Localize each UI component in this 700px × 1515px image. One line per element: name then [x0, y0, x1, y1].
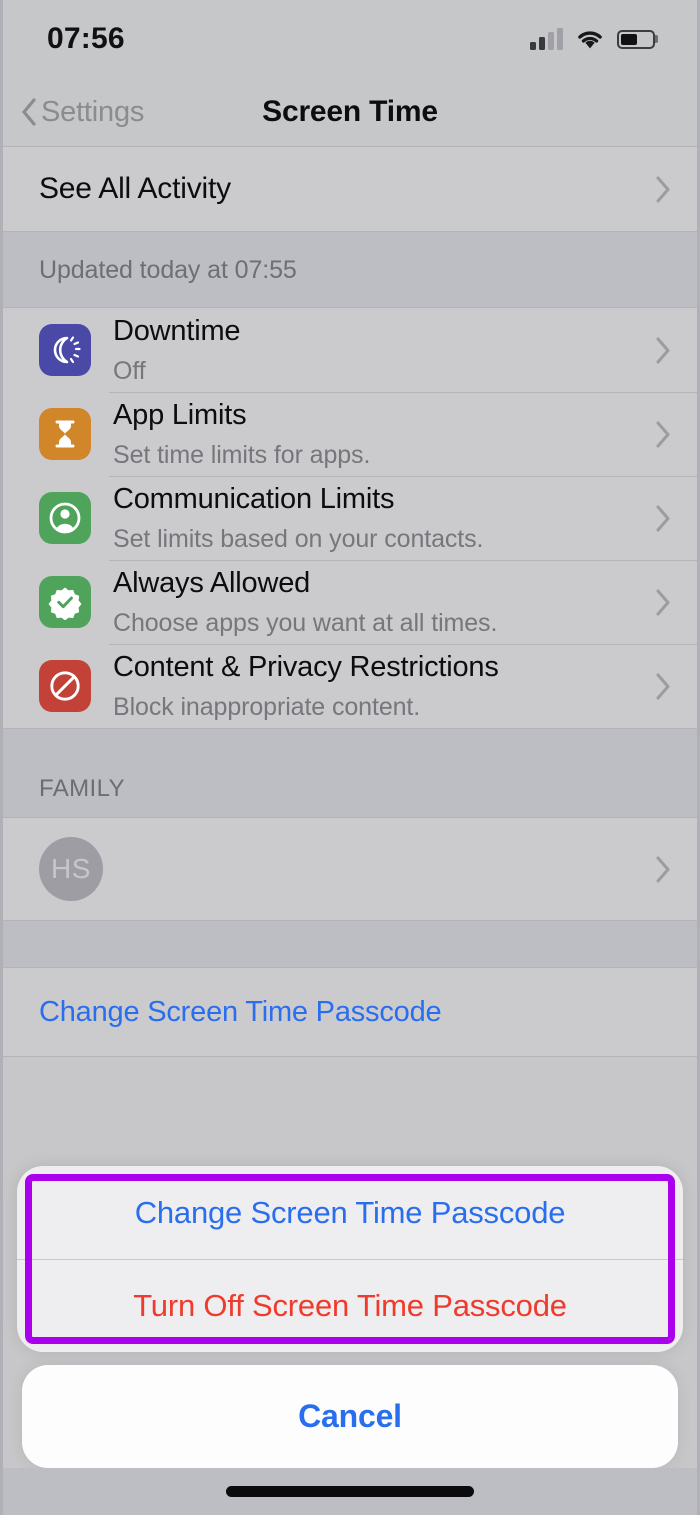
activity-footnote: Updated today at 07:55 [39, 256, 297, 284]
no-entry-icon [39, 660, 91, 712]
settings-row-title: Communication Limits [113, 483, 395, 516]
chevron-left-icon [22, 98, 36, 126]
change-screen-time-passcode-row[interactable]: Change Screen Time Passcode [3, 968, 697, 1056]
status-bar-indicators [530, 28, 655, 50]
see-all-activity-label: See All Activity [39, 172, 231, 205]
settings-row-subtitle: Off [113, 356, 146, 385]
back-button[interactable]: Settings [21, 96, 144, 129]
battery-icon [617, 29, 655, 49]
settings-row-subtitle: Choose apps you want at all times. [113, 608, 498, 637]
home-indicator-area [3, 1468, 697, 1515]
iphone-screen: 07:56 Settings Screen Time See All Activ… [0, 0, 700, 1515]
status-bar-clock: 07:56 [47, 22, 125, 55]
action-change-screen-time-passcode[interactable]: Change Screen Time Passcode [17, 1166, 683, 1259]
person-circle-icon [39, 492, 91, 544]
settings-row-subtitle: Set limits based on your contacts. [113, 524, 484, 553]
family-section-header: FAMILY [39, 775, 125, 802]
hourglass-icon [39, 408, 91, 460]
settings-row-subtitle: Set time limits for apps. [113, 440, 371, 469]
family-group: HS [3, 817, 697, 921]
chevron-right-icon [656, 589, 670, 615]
settings-row-title: Downtime [113, 315, 241, 348]
settings-row-title: App Limits [113, 399, 247, 432]
settings-row-title: Content & Privacy Restrictions [113, 651, 499, 684]
change-screen-time-passcode-label: Change Screen Time Passcode [39, 995, 442, 1028]
avatar: HS [39, 837, 103, 901]
settings-row-content-privacy-restrictions[interactable]: Content & Privacy Restrictions Block ina… [3, 644, 697, 728]
family-section-header-area: FAMILY [3, 729, 697, 817]
chevron-right-icon [656, 673, 670, 699]
settings-row-subtitle: Block inappropriate content. [113, 692, 421, 721]
settings-row-downtime[interactable]: Downtime Off [3, 308, 697, 392]
chevron-right-icon [656, 176, 670, 202]
settings-row-app-limits[interactable]: App Limits Set time limits for apps. [3, 392, 697, 476]
see-all-activity-row[interactable]: See All Activity [3, 147, 697, 231]
spacer [3, 921, 697, 967]
cellular-signal-icon [530, 28, 563, 50]
action-sheet-button-group: Change Screen Time Passcode Turn Off Scr… [17, 1166, 683, 1352]
activity-footnote-area: Updated today at 07:55 [3, 232, 697, 307]
family-member-row[interactable]: HS [3, 818, 697, 920]
cancel-button[interactable]: Cancel [22, 1365, 678, 1468]
screen-time-settings-group: Downtime Off App Limits Set time limits … [3, 307, 697, 729]
activity-group: See All Activity [3, 146, 697, 232]
home-indicator[interactable] [226, 1486, 474, 1497]
checkmark-seal-icon [39, 576, 91, 628]
status-bar: 07:56 [3, 0, 697, 78]
wifi-icon [578, 30, 602, 48]
passcode-group: Change Screen Time Passcode [3, 967, 697, 1057]
action-turn-off-screen-time-passcode[interactable]: Turn Off Screen Time Passcode [17, 1259, 683, 1352]
navigation-bar: Settings Screen Time [3, 78, 697, 146]
settings-row-communication-limits[interactable]: Communication Limits Set limits based on… [3, 476, 697, 560]
chevron-right-icon [656, 421, 670, 447]
back-button-label: Settings [41, 95, 145, 128]
settings-row-title: Always Allowed [113, 567, 311, 600]
chevron-right-icon [656, 337, 670, 363]
action-sheet: Change Screen Time Passcode Turn Off Scr… [6, 1160, 694, 1515]
chevron-right-icon [656, 505, 670, 531]
settings-row-always-allowed[interactable]: Always Allowed Choose apps you want at a… [3, 560, 697, 644]
downtime-moon-icon [39, 324, 91, 376]
chevron-right-icon [656, 856, 670, 882]
